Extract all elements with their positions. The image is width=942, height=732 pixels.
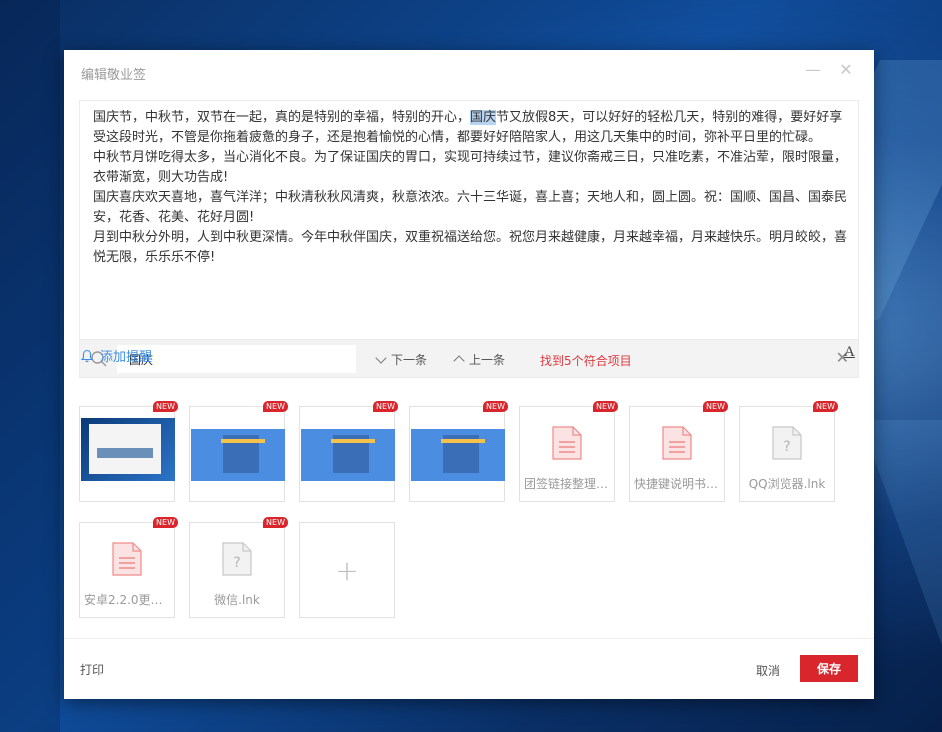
attachment-tile[interactable]: NEW: [299, 401, 398, 502]
new-badge: NEW: [703, 401, 728, 412]
svg-text:?: ?: [233, 555, 240, 571]
screenshot-thumbnail: [81, 418, 175, 481]
new-badge: NEW: [263, 517, 288, 528]
new-badge: NEW: [153, 517, 178, 528]
minimize-button[interactable]: —: [805, 62, 821, 78]
note-paragraph: 中秋节月饼吃得太多，当心消化不良。为了保证国庆的胃口，实现可持续过节，建议你斋戒…: [93, 150, 848, 185]
attachment-name: 团签链接整理....: [524, 477, 610, 491]
unknown-file-icon: ?: [772, 426, 802, 460]
attachment-tile[interactable]: NEW ? 微信.lnk: [189, 517, 288, 618]
note-paragraph: 国庆喜庆欢天喜地，喜气洋洋；中秋清秋秋风清爽，秋意浓浓。六十三华诞，喜上喜；天地…: [93, 190, 848, 225]
attachment-name: QQ浏览器.lnk: [748, 477, 826, 491]
attachment-name: 安卓2.2.0更新...: [84, 593, 170, 607]
unknown-file-icon: ?: [222, 542, 252, 576]
note-paragraph: 国庆节，中秋节，双节在一起，真的是特别的幸福，特别的开心，国庆节又放假8天，可以…: [93, 110, 843, 145]
new-badge: NEW: [813, 401, 838, 412]
document-icon: [112, 542, 142, 576]
new-badge: NEW: [373, 401, 398, 412]
save-button[interactable]: 保存: [800, 655, 858, 682]
attachment-tile[interactable]: NEW: [189, 401, 288, 502]
attachment-tile[interactable]: NEW: [409, 401, 508, 502]
find-result-count: 找到5个符合项目: [540, 354, 632, 368]
new-badge: NEW: [593, 401, 618, 412]
new-badge: NEW: [153, 401, 178, 412]
webpage-thumbnail: [301, 429, 395, 481]
svg-text:?: ?: [783, 439, 790, 455]
cancel-button[interactable]: 取消: [756, 662, 780, 679]
footer-divider: [64, 638, 874, 639]
document-icon: [662, 426, 692, 460]
note-content[interactable]: 国庆节，中秋节，双节在一起，真的是特别的幸福，特别的开心，国庆节又放假8天，可以…: [93, 108, 853, 268]
note-paragraph: 月到中秋分外明，人到中秋更深情。今年中秋伴国庆，双重祝福送给您。祝您月来越健康，…: [93, 230, 848, 265]
note-editor[interactable]: 国庆节，中秋节，双节在一起，真的是特别的幸福，特别的开心，国庆节又放假8天，可以…: [79, 100, 859, 378]
document-icon: [552, 426, 582, 460]
close-button[interactable]: ✕: [838, 62, 854, 78]
chevron-up-icon: [453, 355, 465, 367]
chevron-down-icon: [375, 351, 387, 364]
new-badge: NEW: [263, 401, 288, 412]
search-highlight: 国庆: [470, 110, 497, 125]
find-bar: 下一条 上一条 找到5个符合项目 ✕: [80, 339, 858, 377]
attachment-tile[interactable]: NEW 团签链接整理....: [519, 401, 618, 502]
attachment-tile[interactable]: NEW ? QQ浏览器.lnk: [739, 401, 838, 502]
find-prev-button[interactable]: 上一条: [453, 351, 505, 368]
print-button[interactable]: 打印: [80, 661, 104, 678]
dialog-title: 编辑敬业签: [81, 68, 147, 83]
bell-icon: [80, 349, 94, 362]
webpage-thumbnail: [191, 429, 285, 481]
attachment-name: 微信.lnk: [214, 593, 260, 607]
attachment-tile[interactable]: NEW: [79, 401, 178, 502]
find-input[interactable]: [117, 345, 356, 373]
wallpaper-beam: [0, 0, 60, 732]
new-badge: NEW: [483, 401, 508, 412]
attachment-name: 快捷键说明书....: [634, 477, 720, 491]
webpage-thumbnail: [411, 429, 505, 481]
edit-note-dialog: 编辑敬业签 — ✕ 国庆节，中秋节，双节在一起，真的是特别的幸福，特别的开心，国…: [64, 50, 874, 699]
find-next-button[interactable]: 下一条: [375, 351, 427, 368]
add-reminder-button[interactable]: 添加提醒: [80, 346, 152, 365]
attachment-tile[interactable]: NEW 快捷键说明书....: [629, 401, 728, 502]
font-style-button[interactable]: A: [844, 344, 855, 361]
attachment-tile[interactable]: NEW 安卓2.2.0更新...: [79, 517, 178, 618]
add-attachment-button[interactable]: +: [299, 522, 395, 618]
